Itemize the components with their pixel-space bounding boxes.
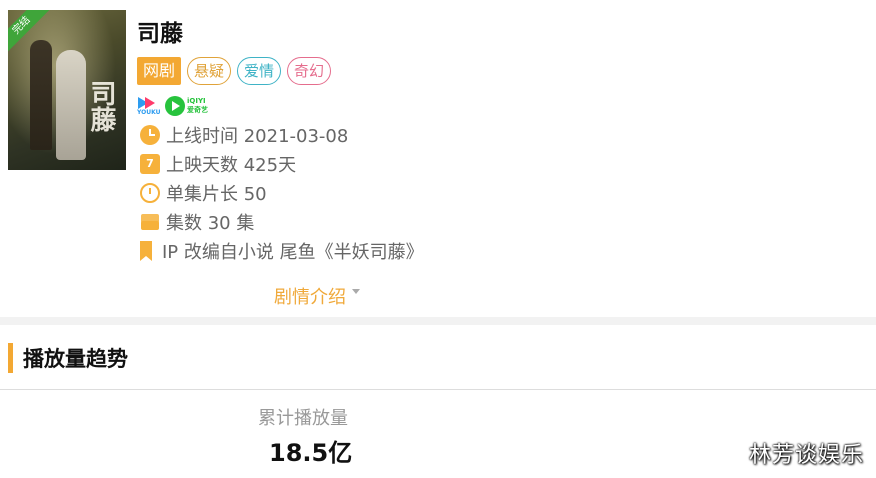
section-accent-bar [8,343,13,373]
ip-source: IP 改编自小说 尾鱼《半妖司藤》 [140,239,424,263]
ip-source-text: IP 改编自小说 尾鱼《半妖司藤》 [162,242,424,263]
clock-icon [140,125,160,145]
header-rule [0,389,876,390]
total-plays-value: 18.5亿 [269,439,353,467]
days-showing-text: 上映天数 425天 [166,155,297,176]
iqiyi-logo[interactable]: iQIYI 爱奇艺 [165,96,208,116]
episode-count: 集数 30 集 [140,210,254,234]
show-poster[interactable]: 司藤 完结 [8,10,126,170]
layers-icon [140,212,160,232]
episode-count-text: 集数 30 集 [166,213,255,234]
tag-row: 网剧 悬疑 爱情 奇幻 [137,57,332,85]
poster-figure-man [30,40,52,150]
section-divider [0,317,876,325]
caret-down-icon [352,288,360,294]
synopsis-toggle[interactable]: 剧情介绍 [274,283,360,309]
episode-length-text: 单集片长 50 [166,184,267,205]
bookmark-icon [140,241,152,261]
genre-tag-fantasy[interactable]: 奇幻 [287,57,332,85]
watermark: 林芳谈娱乐 [748,443,864,468]
type-tag: 网剧 [137,57,182,85]
days-showing: 7 上映天数 425天 [140,152,296,176]
show-title: 司藤 [137,21,183,47]
poster-title-calligraphy: 司藤 [86,80,116,132]
release-date-text: 上线时间 2021-03-08 [166,126,349,147]
synopsis-label[interactable]: 剧情介绍 [274,283,346,309]
total-plays-label: 累计播放量 [258,408,348,429]
trend-section-header: 播放量趋势 [8,342,128,374]
calendar-icon: 7 [140,154,160,174]
timer-icon [140,183,160,203]
episode-length: 单集片长 50 [140,181,267,205]
poster-figure-woman [56,50,86,160]
genre-tag-romance[interactable]: 爱情 [237,57,282,85]
genre-tag-suspense[interactable]: 悬疑 [187,57,232,85]
platform-logos: YOUKU iQIYI 爱奇艺 [137,95,208,117]
release-date: 上线时间 2021-03-08 [140,123,348,147]
section-title: 播放量趋势 [23,347,128,371]
youku-logo[interactable]: YOUKU [137,95,161,117]
